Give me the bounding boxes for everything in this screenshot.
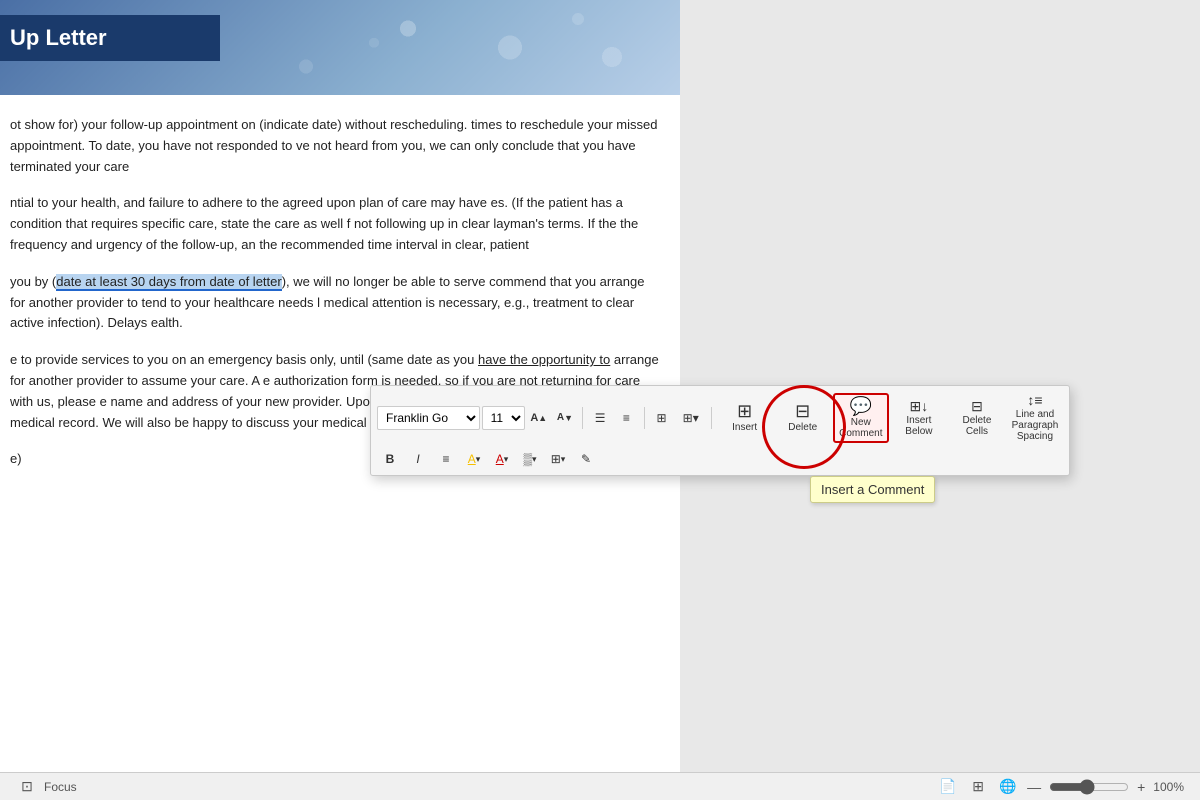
- view-page-button[interactable]: 📄: [937, 776, 959, 798]
- focus-icon: ⊡: [21, 778, 33, 795]
- delete-icon: ⊟: [795, 402, 810, 420]
- highlighted-phrase: date at least 30 days from date of lette…: [56, 274, 281, 291]
- new-comment-icon: 💬: [850, 397, 872, 415]
- delete-label: Delete: [788, 422, 817, 433]
- new-comment-label: NewComment: [839, 417, 882, 439]
- table-button-2[interactable]: ⊞▾: [676, 406, 706, 430]
- toolbar-separator-1: [582, 407, 583, 429]
- status-bar: ⊡ Focus 📄 ⊞ 🌐 — + 100%: [0, 772, 1200, 800]
- bold-button[interactable]: B: [377, 447, 403, 471]
- align-button[interactable]: ≡: [433, 447, 459, 471]
- insert-button[interactable]: ⊞ Insert: [717, 394, 773, 442]
- status-left-icons: ⊡ Focus: [16, 776, 77, 798]
- document-title-banner: Up Letter: [0, 15, 220, 61]
- highlight-icon: A: [468, 452, 476, 466]
- table-icon-2: ⊞▾: [683, 411, 699, 425]
- toolbar-row-2: B I ≡ A ▾ A ▾ ▒ ▾ ⊞ ▾ ✎: [377, 447, 1063, 471]
- font-color-dropdown-icon: ▾: [504, 454, 509, 465]
- view-multi-icon: ⊞: [972, 778, 984, 795]
- numbering-button[interactable]: ≡: [614, 406, 638, 430]
- borders-icon: ⊞: [551, 452, 561, 466]
- borders-button[interactable]: ⊞ ▾: [545, 447, 571, 471]
- tooltip-box: Insert a Comment: [810, 476, 935, 503]
- view-web-button[interactable]: 🌐: [997, 776, 1019, 798]
- decrease-font-icon: A: [557, 412, 564, 423]
- align-icon: ≡: [442, 452, 449, 466]
- focus-button[interactable]: ⊡: [16, 776, 38, 798]
- zoom-percent: 100%: [1153, 780, 1184, 794]
- bold-icon: B: [386, 452, 395, 466]
- floating-toolbar: Franklin Go 11 A▲ A▼ ☰ ≡ ⊞ ⊞▾ ⊞ Insert: [370, 385, 1070, 476]
- shading-icon: ▒: [523, 452, 532, 466]
- doc-paragraph-3: you by (date at least 30 days from date …: [10, 272, 660, 334]
- zoom-minus: —: [1027, 779, 1041, 795]
- insert-below-label: InsertBelow: [905, 415, 932, 437]
- insert-below-icon: ⊞↓: [910, 399, 929, 413]
- highlight-dropdown-icon: ▾: [476, 454, 481, 465]
- doc-paragraph-1: ot show for) your follow-up appointment …: [10, 115, 660, 177]
- delete-cells-label: DeleteCells: [962, 415, 991, 437]
- insert-below-button[interactable]: ⊞↓ InsertBelow: [891, 394, 947, 442]
- underline-link-1: have the opportunity to: [478, 352, 610, 367]
- document-header-image: Up Letter: [0, 0, 680, 95]
- bullets-button[interactable]: ☰: [588, 406, 612, 430]
- view-web-icon: 🌐: [999, 778, 1016, 795]
- pen-icon: ✎: [581, 452, 591, 466]
- delete-cells-icon: ⊟: [971, 399, 983, 413]
- increase-font-icon: A: [530, 412, 538, 424]
- font-size-select[interactable]: 11: [482, 406, 525, 430]
- decrease-font-button[interactable]: A▼: [553, 406, 577, 430]
- new-comment-button[interactable]: 💬 NewComment: [833, 393, 889, 443]
- zoom-slider[interactable]: [1049, 779, 1129, 795]
- font-color-icon: A: [496, 452, 504, 466]
- view-page-icon: 📄: [939, 778, 956, 795]
- toolbar-row-1: Franklin Go 11 A▲ A▼ ☰ ≡ ⊞ ⊞▾ ⊞ Insert: [377, 390, 1063, 445]
- delete-cells-button[interactable]: ⊟ DeleteCells: [949, 394, 1005, 442]
- table-button-1[interactable]: ⊞: [649, 406, 673, 430]
- numbering-icon: ≡: [623, 411, 630, 425]
- toolbar-separator-2: [644, 407, 645, 429]
- status-right: 📄 ⊞ 🌐 — + 100%: [937, 776, 1184, 798]
- line-spacing-button[interactable]: ↕≡ Line and Paragraph Spacing: [1007, 390, 1063, 445]
- font-name-select[interactable]: Franklin Go: [377, 406, 480, 430]
- italic-button[interactable]: I: [405, 447, 431, 471]
- delete-button[interactable]: ⊟ Delete: [775, 394, 831, 442]
- highlight-button[interactable]: A ▾: [461, 447, 487, 471]
- focus-label: Focus: [44, 780, 77, 794]
- bullets-icon: ☰: [595, 411, 606, 425]
- table-icon-1: ⊞: [657, 411, 667, 425]
- font-color-button[interactable]: A ▾: [489, 447, 515, 471]
- document-title: Up Letter: [10, 25, 107, 50]
- view-multi-button[interactable]: ⊞: [967, 776, 989, 798]
- doc-paragraph-2: ntial to your health, and failure to adh…: [10, 193, 660, 255]
- insert-icon: ⊞: [737, 402, 752, 420]
- insert-label: Insert: [732, 422, 757, 433]
- zoom-plus: +: [1137, 779, 1145, 795]
- italic-icon: I: [416, 452, 419, 466]
- tooltip-text: Insert a Comment: [821, 482, 924, 497]
- line-spacing-icon: ↕≡: [1027, 393, 1042, 407]
- increase-font-button[interactable]: A▲: [527, 406, 551, 430]
- pen-button[interactable]: ✎: [573, 447, 599, 471]
- line-spacing-label: Line and Paragraph Spacing: [1010, 409, 1060, 442]
- toolbar-separator-3: [711, 407, 712, 429]
- shading-button[interactable]: ▒ ▾: [517, 447, 543, 471]
